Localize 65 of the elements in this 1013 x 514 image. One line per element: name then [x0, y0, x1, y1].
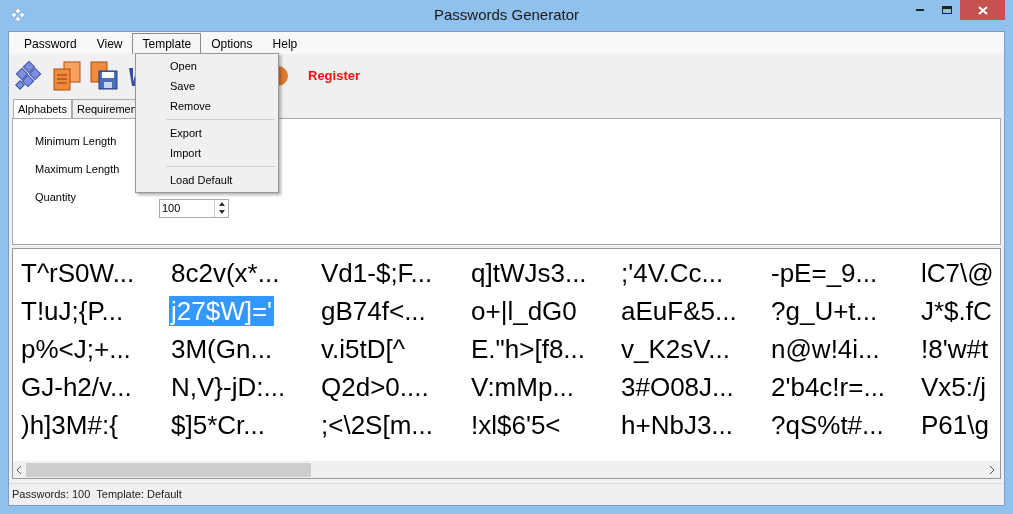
password-text[interactable]: V:mMp...	[469, 371, 577, 402]
menu-item[interactable]: Template	[132, 33, 202, 54]
password-text[interactable]: P61\g	[919, 409, 991, 440]
status-text: Template: Default	[96, 487, 182, 503]
setting-label: Minimum Length	[35, 133, 118, 149]
password-text[interactable]: n@w!4i...	[769, 333, 882, 364]
tab[interactable]: Alphabets	[13, 99, 72, 118]
horizontal-scrollbar[interactable]	[13, 461, 1000, 478]
password-text[interactable]: lC7\@	[919, 257, 996, 288]
password-text[interactable]: )h]3M#:{	[19, 409, 120, 440]
menu-option[interactable]: Save	[136, 76, 278, 96]
password-text[interactable]: -pE=_9...	[769, 257, 880, 288]
menu-option[interactable]: Import	[136, 143, 278, 163]
close-button[interactable]	[960, 0, 1005, 20]
password-text[interactable]: h+NbJ3...	[619, 409, 735, 440]
password-text[interactable]: v.i5tD[^	[319, 333, 407, 364]
password-text[interactable]: Vd1-$;F...	[319, 257, 435, 288]
scrollbar-thumb[interactable]	[26, 462, 311, 477]
password-text[interactable]: 3#O08J...	[619, 371, 736, 402]
password-text[interactable]: p%<J;+...	[19, 333, 133, 364]
setting-label: Quantity	[35, 189, 77, 205]
password-text[interactable]: 2'b4c!r=...	[769, 371, 888, 402]
register-link[interactable]: Register	[308, 66, 361, 86]
spinner-up-icon[interactable]	[218, 201, 225, 206]
app-icon	[10, 8, 26, 22]
floppy-disk-icon[interactable]	[90, 61, 118, 91]
password-text[interactable]: $]5*Cr...	[169, 409, 267, 440]
password-text[interactable]: ;'4V.Cc...	[619, 257, 726, 288]
number-field[interactable]: 100	[159, 198, 229, 218]
password-text[interactable]: !xl$6'5<	[469, 409, 563, 440]
password-text[interactable]: T!uJ;{P...	[19, 295, 126, 326]
spinner-down-icon[interactable]	[218, 209, 225, 214]
password-text[interactable]: gB74f<...	[319, 295, 428, 326]
password-text[interactable]: GJ-h2/v...	[19, 371, 134, 402]
password-text[interactable]: N,V}-jD:...	[169, 371, 288, 402]
password-text[interactable]: ?qS%t#...	[769, 409, 886, 440]
scroll-right-icon[interactable]	[989, 465, 994, 474]
password-text[interactable]: !8'w#t	[919, 333, 991, 364]
password-text[interactable]: Vx5:/j	[919, 371, 989, 402]
diamonds-icon[interactable]	[12, 60, 44, 92]
documents-icon[interactable]	[52, 60, 82, 92]
menu-item[interactable]: Password	[14, 33, 87, 54]
menu-option[interactable]: Open	[136, 56, 278, 76]
window-title: Passwords Generator	[433, 5, 580, 26]
password-text[interactable]: o+|l_dG0	[469, 295, 579, 326]
password-text[interactable]: T^rS0W...	[19, 257, 137, 288]
password-text[interactable]: J*$.fC	[919, 295, 994, 326]
password-text[interactable]: E."h>[f8...	[469, 333, 588, 364]
password-text[interactable]: 3M(Gn...	[169, 333, 275, 364]
scroll-left-icon[interactable]	[17, 465, 22, 474]
menu-item[interactable]: Options	[201, 33, 263, 54]
menu-option[interactable]: Export	[136, 123, 278, 143]
close-icon	[977, 5, 988, 15]
password-text[interactable]: q]tWJs3...	[469, 257, 589, 288]
password-text[interactable]: v_K2sV...	[619, 333, 732, 364]
password-text[interactable]: aEuF&5...	[619, 295, 739, 326]
status-text: Passwords: 100	[12, 487, 91, 503]
password-text[interactable]: ;<\2S[m...	[319, 409, 435, 440]
password-text[interactable]: ?g_U+t...	[769, 295, 880, 326]
password-text[interactable]: 8c2v(x*...	[169, 257, 282, 288]
password-text[interactable]: Q2d>0....	[319, 371, 431, 402]
menu-item[interactable]: View	[86, 33, 133, 54]
menu-item[interactable]: Help	[262, 33, 308, 54]
menu-option[interactable]: Load Default	[136, 170, 278, 190]
setting-label: Maximum Length	[35, 161, 121, 177]
